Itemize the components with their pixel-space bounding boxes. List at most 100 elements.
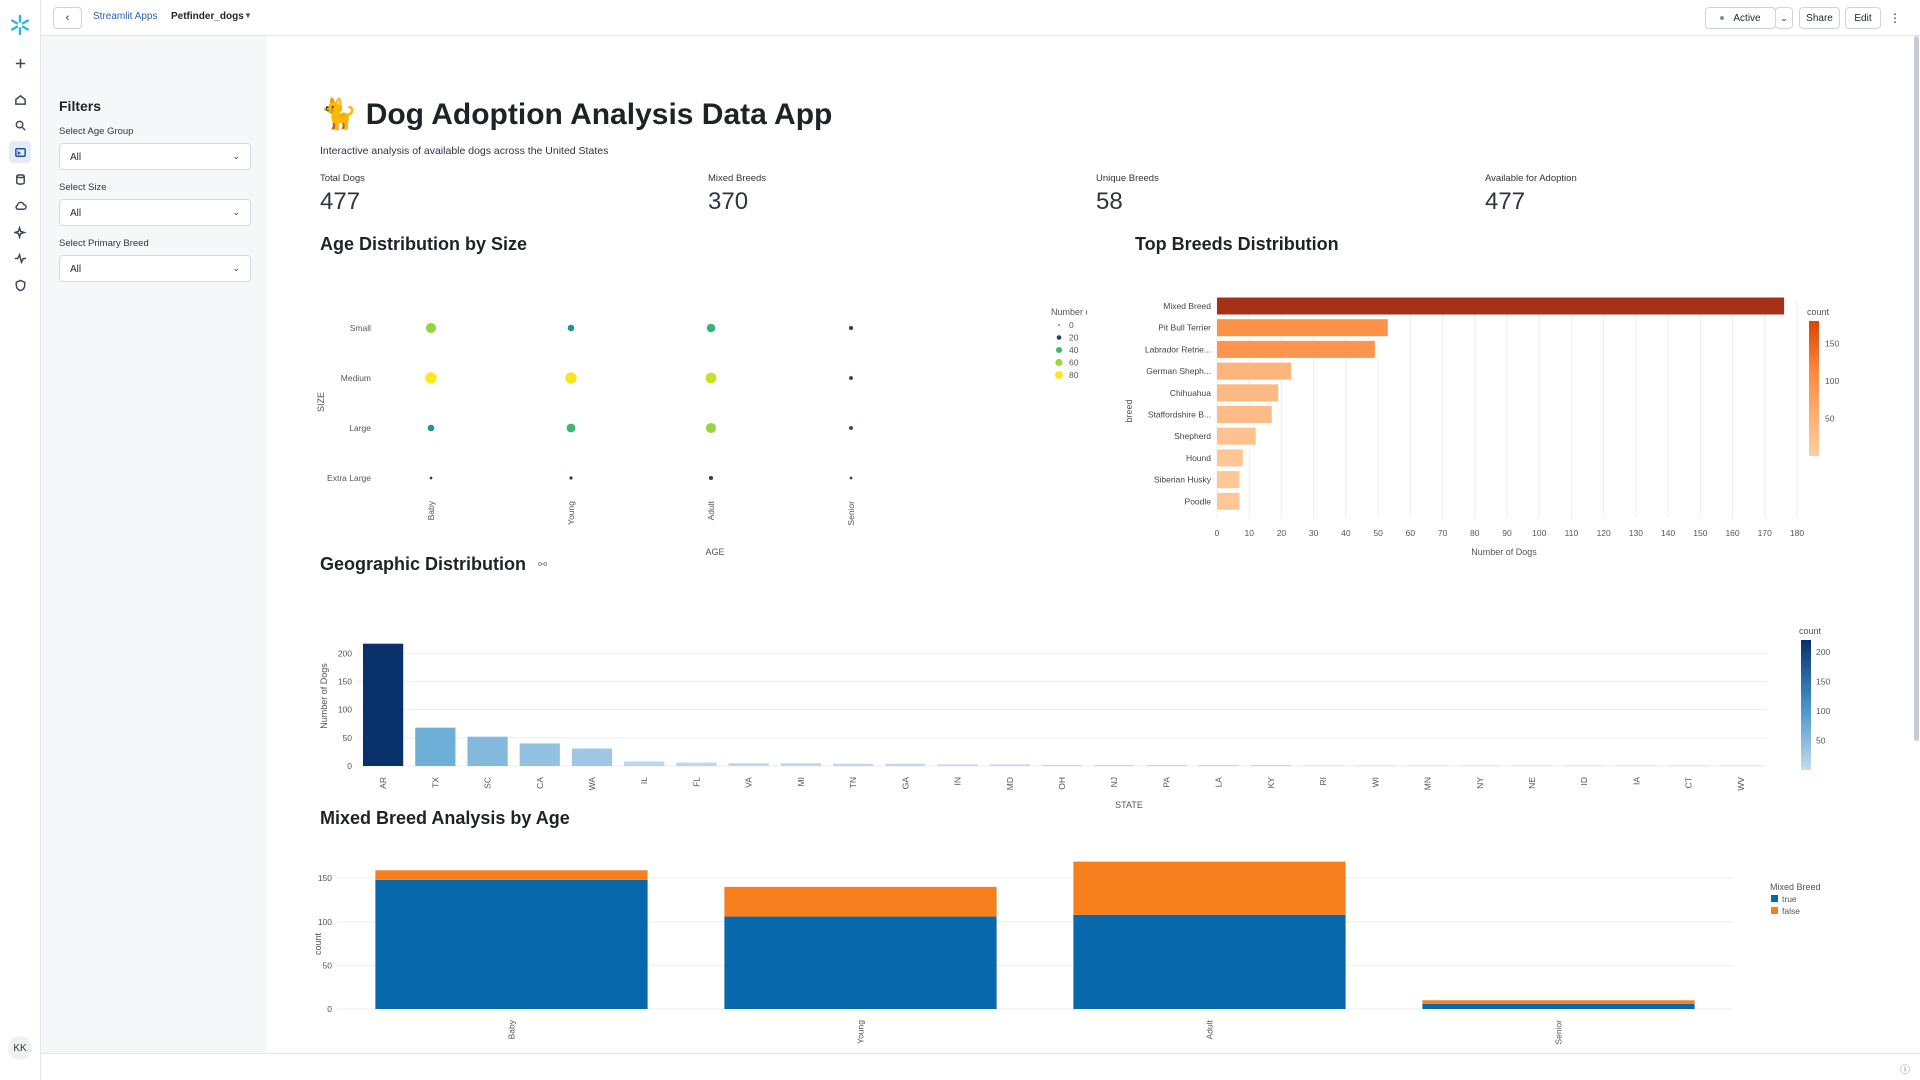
legend-label: 80 [1069,370,1079,380]
edit-button[interactable]: Edit [1845,7,1881,29]
projects-icon[interactable] [9,141,31,163]
home-icon[interactable] [9,88,31,110]
cloud-icon[interactable] [9,194,31,216]
x-tick-label: 130 [1629,528,1643,538]
status-dot-icon [1720,16,1725,20]
bar [1303,765,1344,766]
bar [1217,449,1243,467]
y-axis-title: Number of Dogs [319,663,329,729]
data-point [706,323,716,333]
x-tick-label: Baby [426,500,436,520]
bar [1217,492,1240,510]
legend-label: 60 [1069,358,1079,368]
bar [833,763,874,766]
bar [1564,765,1605,766]
bar [1146,764,1187,766]
data-point [849,426,853,430]
y-tick-label: Shepherd [1174,431,1211,441]
status-label: Active [1733,12,1761,24]
x-tick-label: NJ [1109,777,1119,787]
breadcrumb-streamlit-apps[interactable]: Streamlit Apps [93,11,157,22]
x-tick-label: ID [1579,777,1589,786]
y-tick-label: 100 [318,917,332,927]
bar-segment [724,886,997,917]
bar [1217,406,1272,423]
search-icon[interactable] [9,114,31,136]
legend-symbol [1058,324,1060,326]
x-tick-label: WA [587,777,597,791]
breadcrumb-app-name[interactable]: Petfinder_dogs [171,11,244,22]
back-button[interactable]: ‹ [53,7,82,29]
bar [1217,384,1279,402]
y-tick-label: Mixed Breed [1163,301,1211,311]
y-tick-label: Staffordshire B... [1148,410,1211,420]
y-tick-label: Poodle [1185,496,1212,506]
x-tick-label: 180 [1790,528,1804,538]
primary-breed-label: Select Primary Breed [59,238,149,249]
bar [571,748,613,766]
bar [1217,297,1785,315]
status-button[interactable]: Active [1705,7,1776,29]
main-content: 🐈 Dog Adoption Analysis Data App Interac… [267,36,1920,1056]
bar-segment [724,916,997,1009]
status-dropdown-button[interactable]: ⌄ [1775,7,1793,29]
x-tick-label: TN [848,777,858,788]
x-tick-label: 0 [1215,528,1220,538]
metric-mixed-breeds-value: 370 [708,188,749,215]
x-tick-label: KY [1266,777,1276,789]
top-bar: ‹ Streamlit Apps Petfinder_dogs ▼ Active… [41,0,1920,36]
more-options-icon[interactable]: ⋮ [1887,7,1903,29]
x-tick-label: 150 [1693,528,1707,538]
shield-icon[interactable] [9,274,31,296]
legend-label: 0 [1069,320,1074,330]
y-tick-label: Pit Bull Terrier [1158,323,1211,333]
x-tick-label: Senior [1554,1020,1564,1045]
chevron-down-icon: ⌄ [232,151,240,161]
page-title: 🐈 Dog Adoption Analysis Data App [320,98,833,131]
activity-icon[interactable] [9,247,31,269]
legend-label: 40 [1069,345,1079,355]
y-tick-label: Labrador Retrie... [1145,344,1211,354]
y-tick-label: 0 [347,761,352,771]
primary-breed-select[interactable]: All ⌄ [59,255,251,282]
database-icon[interactable] [9,168,31,190]
x-tick-label: WV [1736,777,1746,791]
data-point [566,423,576,433]
chevron-down-icon: ⌄ [232,263,240,273]
x-tick-label: NE [1527,777,1537,789]
legend-tick: 100 [1825,376,1839,386]
bar [363,643,404,766]
y-tick-label: Medium [341,373,371,383]
user-avatar[interactable]: KK [8,1036,32,1060]
size-select[interactable]: All ⌄ [59,199,251,226]
bar [676,762,717,766]
top-breeds-chart: 0 10 20 30 40 50 60 70 80 90 100 110 120 130 140 150 160… [1124,297,1839,557]
plus-icon[interactable] [9,52,31,74]
data-point [567,324,575,332]
legend-title: count [1799,626,1822,636]
y-tick-label: Siberian Husky [1154,475,1212,485]
y-tick-label: 50 [323,960,333,970]
snowflake-logo-icon[interactable] [9,14,31,36]
share-button[interactable]: Share [1799,7,1840,29]
x-tick-label: AR [378,777,388,789]
x-tick-label: VA [744,777,754,788]
age-group-select[interactable]: All ⌄ [59,143,251,170]
bar [1355,765,1396,766]
y-tick-label: 150 [338,676,352,686]
bar [1217,319,1388,337]
ai-sparkle-icon[interactable] [9,221,31,243]
bar [624,761,665,766]
data-point [425,322,437,334]
y-tick-label: German Sheph... [1146,366,1211,376]
data-point [569,476,573,480]
bar [1217,340,1375,358]
y-tick-label: Small [350,323,371,333]
y-axis-title: count [313,932,323,955]
x-axis-title: Number of Dogs [1471,547,1537,557]
x-tick-label: MN [1423,777,1433,790]
chevron-down-icon[interactable]: ▼ [244,11,252,20]
help-icon[interactable]: ⓘ [1900,1061,1910,1076]
vertical-scrollbar[interactable] [1914,36,1919,741]
y-axis-title: breed [1124,399,1134,422]
